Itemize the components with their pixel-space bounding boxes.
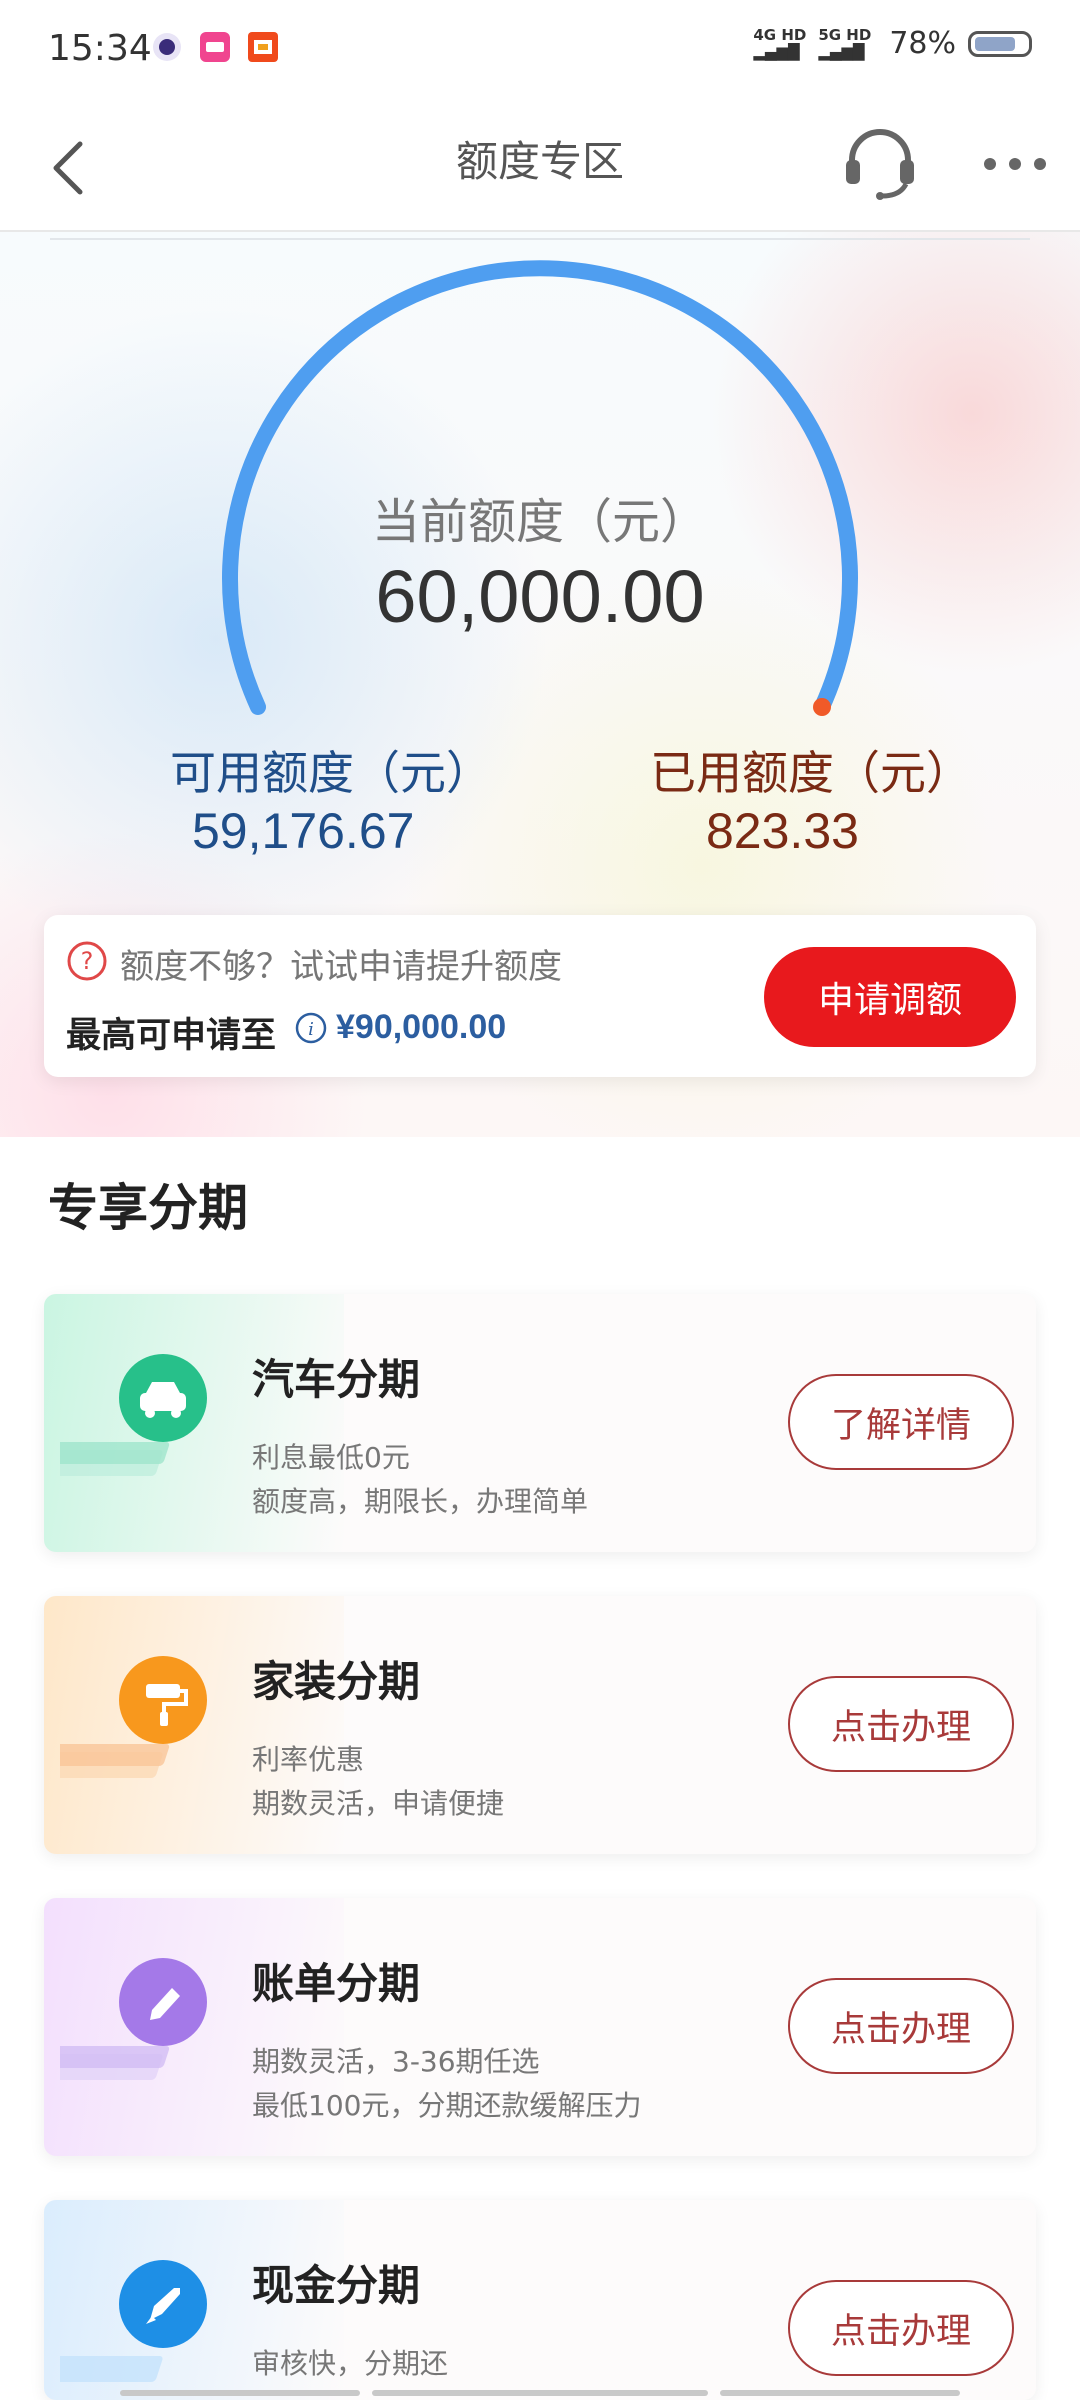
product-card-car-loan[interactable]: 汽车分期 利息最低0元 额度高，期限长，办理简单 了解详情 <box>44 1294 1036 1552</box>
car-icon <box>60 1354 207 1476</box>
learn-more-button[interactable]: 了解详情 <box>788 1374 1014 1470</box>
paint-roller-icon <box>60 1656 207 1778</box>
product-title: 家装分期 <box>252 1657 421 1706</box>
apply-button[interactable]: 点击办理 <box>788 2280 1014 2376</box>
network-5g: 5G HD ▂▄▆█ <box>818 25 872 61</box>
product-desc-1: 利率优惠 <box>252 1743 365 1776</box>
product-card-home-decor[interactable]: 家装分期 利率优惠 期数灵活，申请便捷 点击办理 <box>44 1596 1036 1854</box>
credit-hero: 当前额度（元） 60,000.00 可用额度（元） 59,176.67 已用额度… <box>0 232 1080 1137</box>
section-title: 专享分期 <box>48 1179 248 1237</box>
scroll-indicator <box>0 2388 1080 2400</box>
nav-bar: 额度专区 <box>0 100 1080 232</box>
question-icon: ? <box>67 941 107 981</box>
max-apply-label: 最高可申请至 <box>66 1016 277 1056</box>
pencil-icon <box>60 1958 207 2080</box>
product-desc-1: 利息最低0元 <box>252 1441 410 1474</box>
product-desc-1: 审核快，分期还 <box>252 2347 449 2380</box>
product-card-bill-installment[interactable]: 账单分期 期数灵活，3-36期任选 最低100元，分期还款缓解压力 点击办理 <box>44 1898 1036 2156</box>
battery-percent: 78% <box>889 26 956 61</box>
notification-icons <box>150 30 280 64</box>
status-time: 15:34 <box>48 28 152 69</box>
used-credit-value: 823.33 <box>706 803 859 859</box>
available-credit-value: 59,176.67 <box>192 803 415 859</box>
headset-icon[interactable] <box>840 122 920 202</box>
svg-text:i: i <box>308 1019 314 1040</box>
status-right: 4G HD ▂▄▆█ 5G HD ▂▄▆█ 78% <box>753 26 1032 61</box>
product-title: 现金分期 <box>252 2261 421 2310</box>
current-credit-label: 当前额度（元） <box>371 494 708 550</box>
info-icon[interactable]: i <box>294 1011 328 1045</box>
available-credit-label: 可用额度（元） <box>170 746 492 800</box>
used-indicator-dot <box>813 698 831 716</box>
product-title: 账单分期 <box>252 1959 421 2008</box>
current-credit-value: 60,000.00 <box>375 555 705 638</box>
svg-text:?: ? <box>81 947 94 975</box>
pink-app-icon <box>200 32 230 62</box>
product-desc-2: 最低100元，分期还款缓解压力 <box>252 2089 642 2122</box>
apply-button[interactable]: 点击办理 <box>788 1676 1014 1772</box>
product-desc-2: 期数灵活，申请便捷 <box>252 1787 505 1820</box>
network-4g: 4G HD ▂▄▆█ <box>753 25 807 61</box>
raise-limit-card: ? 额度不够？试试申请提升额度 最高可申请至 i ¥90,000.00 申请调额 <box>44 915 1036 1077</box>
rocket-icon <box>60 2260 207 2382</box>
moon-app-icon <box>153 33 181 61</box>
used-credit-label: 已用额度（元） <box>650 746 972 800</box>
apply-adjust-button[interactable]: 申请调额 <box>764 947 1016 1047</box>
product-title: 汽车分期 <box>252 1355 421 1404</box>
apply-button[interactable]: 点击办理 <box>788 1978 1014 2074</box>
product-desc-2: 额度高，期限长，办理简单 <box>252 1485 589 1518</box>
product-desc-1: 期数灵活，3-36期任选 <box>252 2045 540 2078</box>
status-bar: 15:34 4G HD ▂▄▆█ 5G HD ▂▄▆█ 78% <box>0 0 1080 100</box>
more-dots-icon[interactable] <box>980 144 1050 184</box>
max-apply-amount: ¥90,000.00 <box>336 1008 507 1046</box>
raise-limit-hint: 额度不够？试试申请提升额度 <box>120 947 562 987</box>
store-app-icon <box>248 32 278 62</box>
product-card-cash-installment[interactable]: 现金分期 审核快，分期还 点击办理 <box>44 2200 1036 2400</box>
battery-icon <box>968 30 1032 57</box>
